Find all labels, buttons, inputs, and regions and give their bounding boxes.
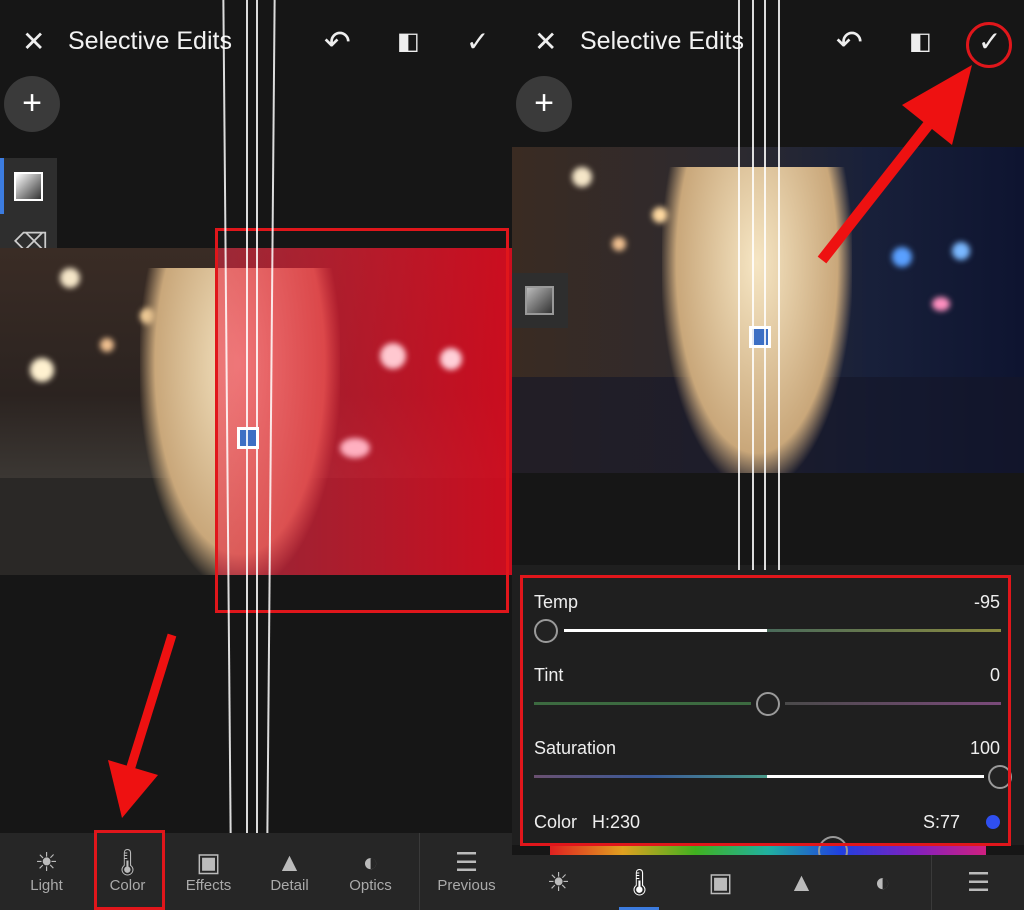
compare-icon[interactable]: ◧: [909, 30, 932, 54]
page-title: Selective Edits: [68, 27, 232, 55]
previous-sliders-icon: ☰: [966, 867, 991, 897]
lens-icon: ◐: [362, 847, 379, 877]
annotation-box: [215, 228, 509, 613]
undo-icon[interactable]: ↶: [836, 26, 863, 58]
thermometer-icon: 🌡: [622, 867, 656, 897]
bottom-toolbar: ☀ Light 🌡 Color ▣ Effects ▲ Detail ◐ Optics ☰…: [0, 833, 512, 910]
tab-optics[interactable]: ◐: [842, 855, 923, 910]
annotation-arrow: [817, 65, 972, 264]
sun-icon: ☀: [546, 867, 571, 897]
linear-gradient-icon[interactable]: [14, 172, 43, 201]
annotation-box: [520, 575, 1011, 846]
tab-color[interactable]: 🌡: [599, 855, 680, 910]
add-mask-button[interactable]: +: [516, 76, 572, 132]
tab-optics[interactable]: ◐ Optics: [330, 833, 411, 910]
sun-icon: ☀: [34, 847, 59, 877]
previous-sliders-icon: ☰: [454, 847, 479, 877]
annotation-box-color: [94, 830, 165, 910]
page-title: Selective Edits: [580, 27, 744, 55]
hue-bar[interactable]: [550, 845, 986, 855]
tab-previous[interactable]: ☰: [938, 855, 1019, 910]
triangle-icon: ▲: [788, 867, 815, 897]
check-icon[interactable]: ✓: [466, 28, 489, 56]
add-mask-button[interactable]: +: [4, 76, 60, 132]
linear-gradient-icon[interactable]: [525, 286, 554, 315]
close-icon[interactable]: ✕: [534, 28, 557, 56]
tab-light[interactable]: ☀ Light: [6, 833, 87, 910]
annotation-arrow: [108, 633, 177, 818]
tab-previous[interactable]: ☰ Previous: [426, 833, 507, 910]
tab-effects[interactable]: ▣ Effects: [168, 833, 249, 910]
left-screen: ✕ Selective Edits ↶ ◧ ✓ + ⌫ ☀ Light 🌡 Colo…: [0, 0, 512, 910]
vignette-icon: ▣: [196, 847, 221, 877]
bottom-toolbar: ☀ 🌡 ▣ ▲ ◐ ☰: [512, 855, 1024, 910]
lens-icon: ◐: [874, 867, 891, 897]
undo-icon[interactable]: ↶: [324, 26, 351, 58]
compare-icon[interactable]: ◧: [397, 30, 420, 54]
mask-tools: [512, 273, 568, 328]
tab-detail[interactable]: ▲ Detail: [249, 833, 330, 910]
triangle-icon: ▲: [276, 847, 303, 877]
vignette-icon: ▣: [708, 867, 733, 897]
right-screen: ✕ Selective Edits ↶ ◧ ✓ + Temp -95 Tint …: [512, 0, 1024, 910]
close-icon[interactable]: ✕: [22, 28, 45, 56]
tab-effects[interactable]: ▣: [680, 855, 761, 910]
tab-detail[interactable]: ▲: [761, 855, 842, 910]
tab-light[interactable]: ☀: [518, 855, 599, 910]
